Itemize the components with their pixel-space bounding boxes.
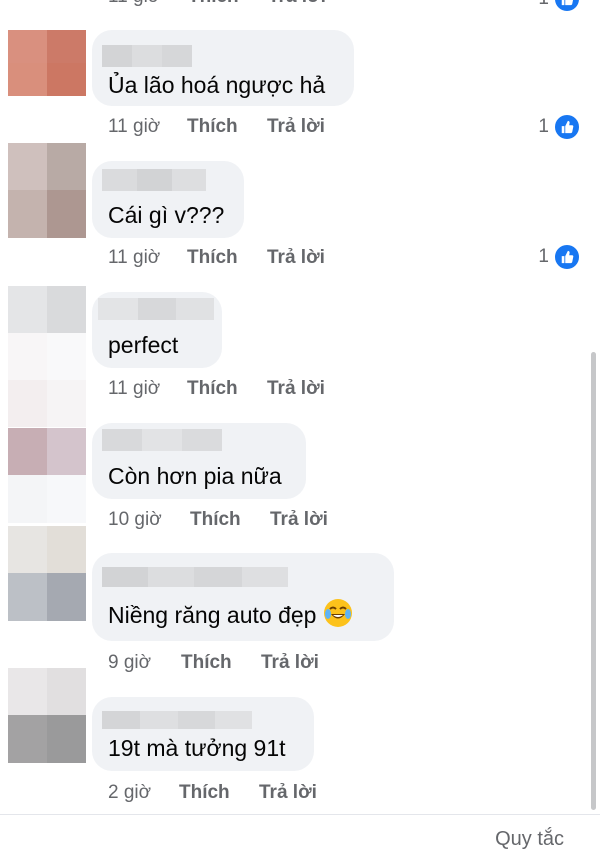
comment-bubble: Cái gì v???: [92, 161, 244, 238]
comment-bubble: Ủa lão hoá ngược hả: [92, 30, 354, 106]
rules-link[interactable]: Quy tắc: [495, 828, 564, 851]
comment-time: 11 giờ: [108, 0, 160, 8]
comment-text: 19t mà tưởng 91t: [108, 735, 286, 761]
reply-link[interactable]: Trả lời: [261, 652, 319, 674]
comment-time: 11 giờ: [108, 378, 161, 399]
reply-link[interactable]: Trả lời: [270, 509, 328, 531]
like-link[interactable]: Thích: [187, 247, 238, 269]
comment-time: 9 giờ: [108, 652, 152, 673]
comment-text: Còn hơn pia nữa: [108, 463, 282, 489]
comment-text: Ủa lão hoá ngược hả: [108, 72, 326, 98]
comment-bubble: perfect: [92, 292, 222, 368]
comment-time: 11 giờ: [108, 247, 161, 268]
commenter-avatar[interactable]: [8, 286, 86, 427]
thumbs-up-icon: [553, 243, 581, 271]
comment-bubble: Niềng răng auto đẹp: [92, 553, 394, 641]
reply-link[interactable]: Trả lời: [267, 116, 325, 138]
like-link[interactable]: Thích: [187, 378, 238, 400]
commenter-avatar[interactable]: [8, 526, 86, 621]
comment-time: 11 giờ: [108, 116, 161, 137]
commenter-name-blurred[interactable]: [102, 45, 192, 67]
reply-link[interactable]: Trả lời: [267, 378, 325, 400]
comment-bubble: 19t mà tưởng 91t: [92, 697, 314, 771]
reply-link[interactable]: Trả lời: [267, 247, 325, 269]
commenter-avatar[interactable]: [8, 30, 86, 96]
reply-link[interactable]: Trả lời: [268, 0, 326, 8]
commenter-name-blurred[interactable]: [102, 711, 252, 729]
commenter-avatar[interactable]: [8, 428, 86, 523]
commenter-name-blurred[interactable]: [102, 567, 288, 587]
reaction-count[interactable]: 1: [538, 113, 581, 141]
commenter-avatar[interactable]: [8, 668, 86, 763]
like-link[interactable]: Thích: [188, 0, 239, 8]
like-link[interactable]: Thích: [190, 509, 241, 531]
comment-text: perfect: [108, 332, 179, 358]
like-link[interactable]: Thích: [181, 652, 232, 674]
reaction-count-top[interactable]: 1: [538, 0, 581, 13]
reply-link[interactable]: Trả lời: [259, 782, 317, 804]
thumbs-up-icon: [553, 0, 581, 13]
reaction-count[interactable]: 1: [538, 243, 581, 271]
scrollbar-thumb[interactable]: [591, 352, 596, 810]
commenter-avatar[interactable]: [8, 143, 86, 238]
commenter-name-blurred[interactable]: [102, 429, 222, 451]
comment-time: 10 giờ: [108, 509, 162, 530]
tears-of-joy-emoji-icon: [324, 599, 353, 627]
like-link[interactable]: Thích: [187, 116, 238, 138]
like-link[interactable]: Thích: [179, 782, 230, 804]
commenter-name-blurred[interactable]: [102, 169, 206, 191]
commenter-name-blurred[interactable]: [98, 298, 214, 320]
comment-bubble: Còn hơn pia nữa: [92, 423, 306, 499]
comment-time: 2 giờ: [108, 782, 152, 803]
footer-divider: [0, 814, 600, 815]
thumbs-up-icon: [553, 113, 581, 141]
comment-text: Cái gì v???: [108, 202, 225, 228]
comment-text: Niềng răng auto đẹp: [108, 599, 353, 629]
